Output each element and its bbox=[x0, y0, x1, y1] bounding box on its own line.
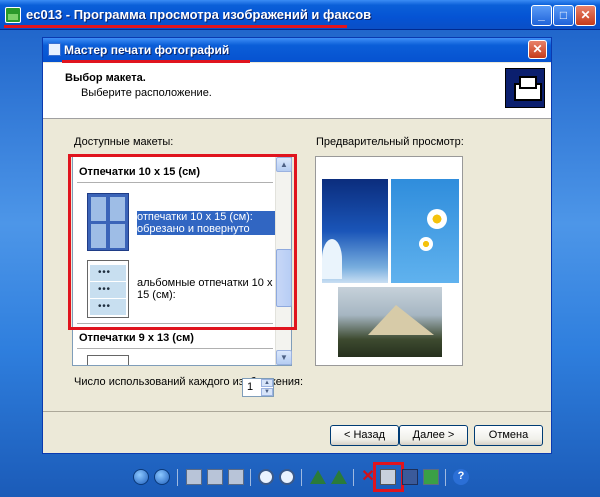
printer-icon bbox=[505, 68, 545, 108]
window-title: ec013 - Программа просмотра изображений … bbox=[26, 7, 372, 22]
wizard-icon bbox=[48, 43, 61, 56]
maximize-button[interactable]: □ bbox=[553, 5, 574, 26]
preview-photo-mountain bbox=[338, 287, 442, 357]
viewer-toolbar: ✕ ? bbox=[0, 459, 600, 497]
category-divider bbox=[77, 348, 273, 349]
title-highlight-underline bbox=[4, 25, 347, 28]
next-icon[interactable] bbox=[154, 469, 170, 485]
layout-thumbnail-partial[interactable] bbox=[87, 355, 129, 365]
open-editor-icon[interactable] bbox=[423, 469, 439, 485]
dialog-title: Мастер печати фотографий bbox=[64, 43, 230, 57]
save-icon[interactable] bbox=[402, 469, 418, 485]
back-button[interactable]: < Назад bbox=[330, 425, 399, 446]
available-layouts-label: Доступные макеты: bbox=[74, 136, 174, 148]
actual-size-icon[interactable] bbox=[207, 469, 223, 485]
best-fit-icon[interactable] bbox=[186, 469, 202, 485]
stepper-down-arrow[interactable]: ▼ bbox=[261, 388, 273, 396]
help-icon[interactable]: ? bbox=[453, 469, 469, 485]
app-icon bbox=[5, 7, 21, 23]
header-title: Выбор макета. bbox=[65, 72, 146, 84]
previous-icon[interactable] bbox=[133, 469, 149, 485]
zoom-in-icon[interactable] bbox=[258, 469, 274, 485]
zoom-out-icon[interactable] bbox=[279, 469, 295, 485]
uses-value[interactable]: 1 bbox=[247, 381, 253, 393]
wizard-header: Выбор макета. Выберите расположение. bbox=[43, 63, 551, 119]
daisy-shape bbox=[427, 209, 447, 229]
toolbar-separator bbox=[353, 469, 354, 486]
preview-photo-daisies bbox=[391, 179, 459, 283]
preview-photo-sky bbox=[322, 179, 388, 283]
minimize-button[interactable]: _ bbox=[531, 5, 552, 26]
uses-stepper[interactable]: 1 ▲ ▼ bbox=[242, 378, 274, 397]
preview-label: Предварительный просмотр: bbox=[316, 136, 464, 148]
category-9x13: Отпечатки 9 x 13 (см) bbox=[79, 332, 194, 344]
toolbar-separator bbox=[250, 469, 251, 486]
dialog-titlebar: Мастер печати фотографий ✕ bbox=[43, 38, 551, 63]
rotate-counterclockwise-icon[interactable] bbox=[331, 470, 347, 484]
print-wizard-dialog: Мастер печати фотографий ✕ Выбор макета.… bbox=[42, 37, 552, 454]
window-titlebar: ec013 - Программа просмотра изображений … bbox=[0, 0, 600, 30]
stepper-up-arrow[interactable]: ▲ bbox=[261, 379, 273, 387]
slideshow-icon[interactable] bbox=[228, 469, 244, 485]
toolbar-separator bbox=[177, 469, 178, 486]
toolbar-separator bbox=[445, 469, 446, 486]
scroll-down-arrow[interactable]: ▼ bbox=[276, 350, 292, 365]
highlight-box-print bbox=[373, 462, 404, 492]
header-subtitle: Выберите расположение. bbox=[81, 87, 212, 99]
cancel-button[interactable]: Отмена bbox=[474, 425, 543, 446]
rotate-clockwise-icon[interactable] bbox=[310, 470, 326, 484]
highlight-box-layouts bbox=[68, 154, 297, 330]
next-button[interactable]: Далее > bbox=[399, 425, 468, 446]
button-separator bbox=[43, 411, 551, 412]
preview-pane bbox=[315, 156, 463, 366]
daisy-shape bbox=[419, 237, 433, 251]
close-button[interactable]: ✕ bbox=[575, 5, 596, 26]
dialog-close-button[interactable]: ✕ bbox=[528, 40, 547, 59]
toolbar-separator bbox=[301, 469, 302, 486]
